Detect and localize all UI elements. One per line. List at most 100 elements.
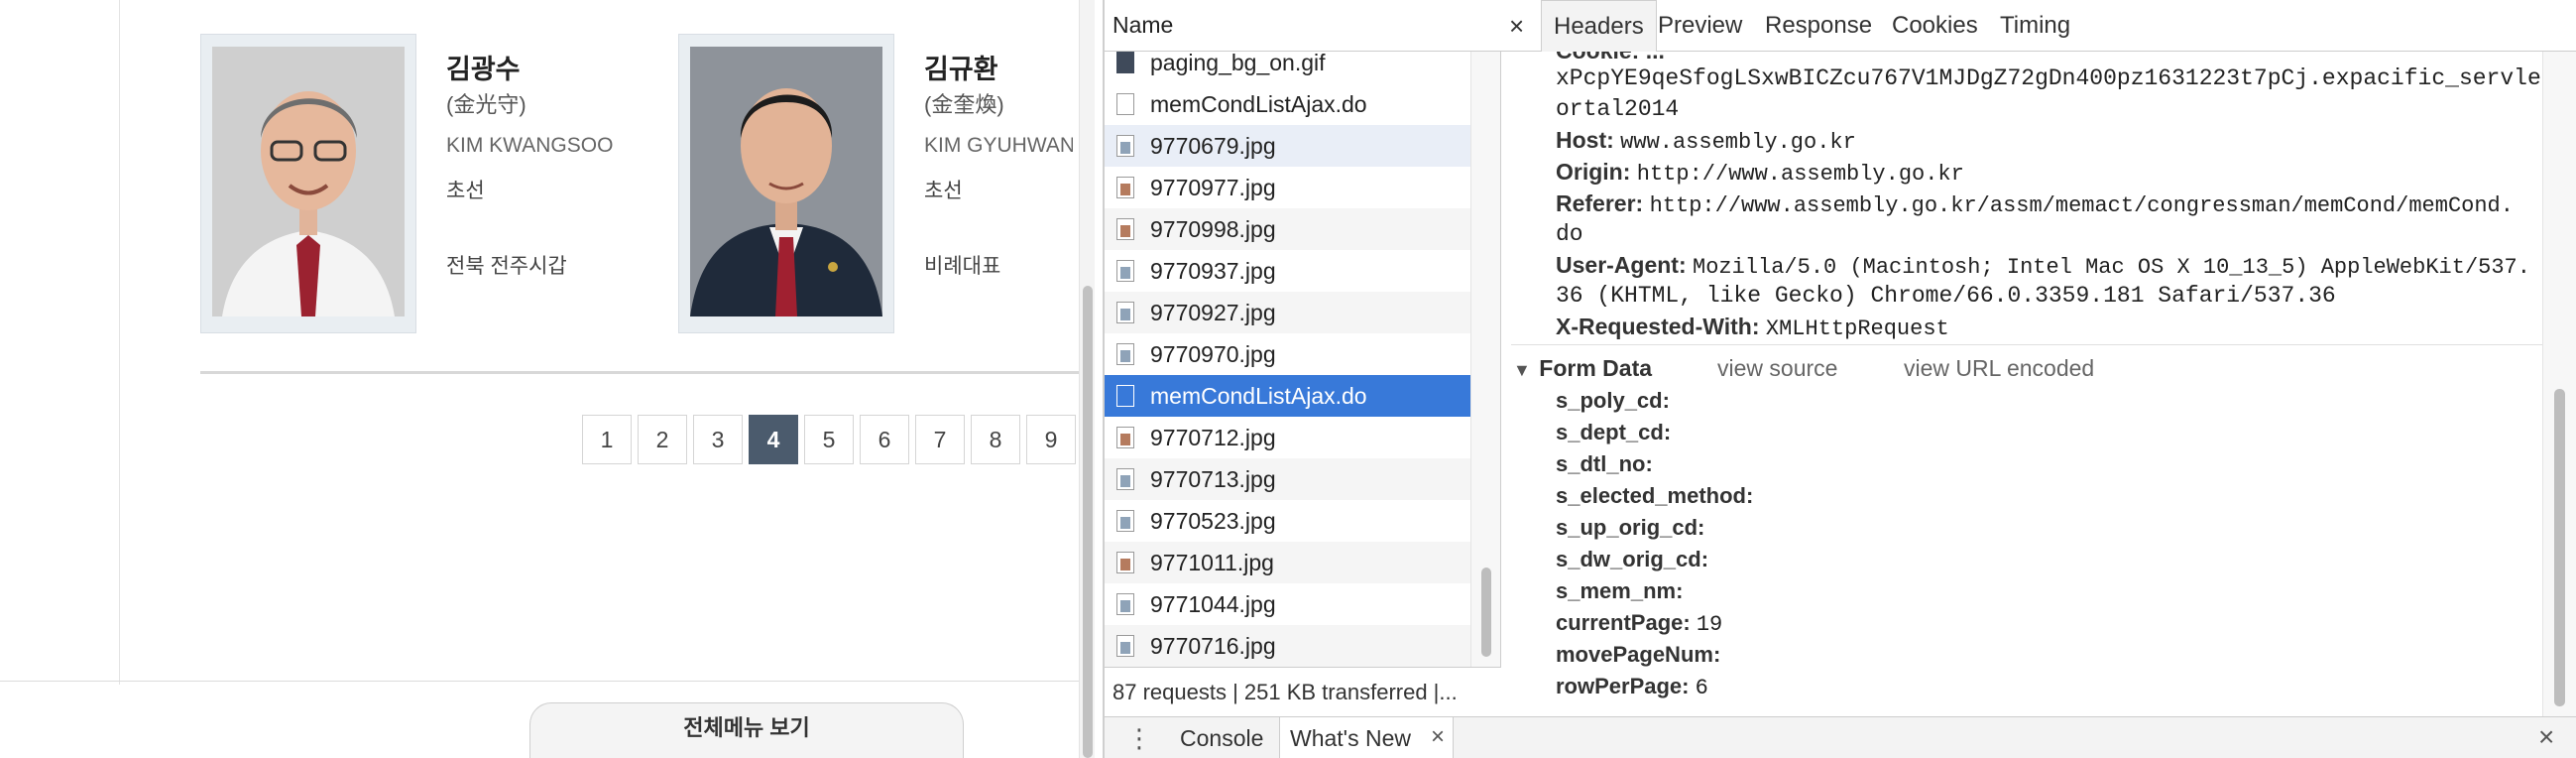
form-field: rowPerPage: 6 bbox=[1556, 674, 1708, 700]
request-list-scrollbar-thumb[interactable] bbox=[1481, 568, 1491, 657]
image-icon bbox=[1116, 218, 1134, 240]
close-drawer-icon[interactable]: × bbox=[2538, 721, 2554, 753]
form-field: s_mem_nm: bbox=[1556, 578, 1683, 605]
tab-timing[interactable]: Timing bbox=[2000, 0, 2070, 52]
image-icon bbox=[1116, 468, 1134, 490]
request-rows: paging_bg_on.gif memCondListAjax.do 9770… bbox=[1105, 52, 1470, 667]
request-name: 9770927.jpg bbox=[1150, 300, 1276, 325]
view-url-encoded-link[interactable]: view URL encoded bbox=[1904, 355, 2094, 382]
page-button-8[interactable]: 8 bbox=[971, 415, 1020, 464]
page-scrollbar-thumb[interactable] bbox=[1083, 286, 1093, 758]
full-menu-button[interactable]: 전체메뉴 보기 bbox=[529, 702, 964, 758]
request-detail-panel: × Headers Preview Response Cookies Timin… bbox=[1501, 0, 2576, 716]
form-field: s_poly_cd: bbox=[1556, 388, 1670, 415]
form-field: s_up_orig_cd: bbox=[1556, 515, 1704, 542]
page-button-3[interactable]: 3 bbox=[693, 415, 743, 464]
request-name: 9771044.jpg bbox=[1150, 591, 1276, 617]
request-name: memCondListAjax.do bbox=[1150, 91, 1367, 117]
form-field: s_dtl_no: bbox=[1556, 451, 1653, 478]
tab-cookies[interactable]: Cookies bbox=[1892, 0, 1978, 52]
headers-content: Cookie: ... xPcpYE9qeSfogLSxwBICZcu767V1… bbox=[1501, 52, 2542, 716]
document-icon bbox=[1116, 93, 1134, 115]
view-source-link[interactable]: view source bbox=[1717, 355, 1837, 382]
header-value: XMLHttpRequest bbox=[1765, 316, 1949, 341]
tab-headers[interactable]: Headers bbox=[1541, 0, 1657, 52]
request-row[interactable]: 9771044.jpg bbox=[1105, 583, 1470, 625]
form-data-title: Form Data bbox=[1539, 355, 1653, 381]
form-field-value: 6 bbox=[1695, 676, 1708, 700]
image-icon bbox=[1116, 135, 1134, 157]
request-row[interactable]: 9770712.jpg bbox=[1105, 417, 1470, 458]
tab-response[interactable]: Response bbox=[1765, 0, 1872, 52]
request-row[interactable]: 9770679.jpg bbox=[1105, 125, 1470, 167]
cookie-header: Cookie: ... bbox=[1556, 52, 1665, 64]
detail-scrollbar-thumb[interactable] bbox=[2554, 389, 2565, 706]
cookie-value-line: ortal2014 bbox=[1556, 96, 1680, 122]
request-name: 9770970.jpg bbox=[1150, 341, 1276, 367]
form-field: movePageNum: bbox=[1556, 642, 1720, 669]
close-tab-icon[interactable]: × bbox=[1431, 723, 1445, 751]
request-row-selected[interactable]: memCondListAjax.do bbox=[1105, 375, 1470, 417]
host-header: Host: www.assembly.go.kr bbox=[1556, 127, 1856, 155]
tab-console[interactable]: Console bbox=[1180, 725, 1263, 752]
request-name: 9770713.jpg bbox=[1150, 466, 1276, 492]
request-row[interactable]: 9770937.jpg bbox=[1105, 250, 1470, 292]
request-row[interactable]: 9770523.jpg bbox=[1105, 500, 1470, 542]
request-name: 9770998.jpg bbox=[1150, 216, 1276, 242]
image-icon bbox=[1116, 177, 1134, 198]
referer-header: Referer: http://www.assembly.go.kr/assm/… bbox=[1556, 190, 2514, 218]
header-value: http://www.assembly.go.kr bbox=[1636, 162, 1964, 187]
request-name: 9770977.jpg bbox=[1150, 175, 1276, 200]
name-column-header[interactable]: Name bbox=[1105, 0, 1501, 52]
request-row[interactable]: 9770977.jpg bbox=[1105, 167, 1470, 208]
request-name: 9770937.jpg bbox=[1150, 258, 1276, 284]
form-field: s_dept_cd: bbox=[1556, 420, 1671, 446]
request-row[interactable]: paging_bg_on.gif bbox=[1105, 52, 1470, 83]
form-field-key: s_poly_cd: bbox=[1556, 388, 1670, 413]
request-row[interactable]: 9770716.jpg bbox=[1105, 625, 1470, 667]
request-name: 9770523.jpg bbox=[1150, 508, 1276, 534]
request-row[interactable]: 9770713.jpg bbox=[1105, 458, 1470, 500]
user-agent-value-line: 36 (KHTML, like Gecko) Chrome/66.0.3359.… bbox=[1556, 283, 2336, 309]
request-row[interactable]: 9770970.jpg bbox=[1105, 333, 1470, 375]
cookie-key: Cookie: ... bbox=[1556, 52, 1665, 63]
devtools-drawer-tabbar: ⋮ Console What's New × × bbox=[1105, 716, 2576, 758]
request-row[interactable]: 9771011.jpg bbox=[1105, 542, 1470, 583]
network-status-bar: 87 requests | 251 KB transferred |... bbox=[1105, 667, 1501, 716]
request-row[interactable]: 9770998.jpg bbox=[1105, 208, 1470, 250]
detail-scrollbar[interactable] bbox=[2542, 52, 2576, 716]
close-icon[interactable]: × bbox=[1509, 0, 1524, 52]
page-button-7[interactable]: 7 bbox=[915, 415, 965, 464]
page-button-1[interactable]: 1 bbox=[582, 415, 632, 464]
page-button-5[interactable]: 5 bbox=[804, 415, 854, 464]
form-data-section-header[interactable]: ▼ Form Data bbox=[1513, 355, 1652, 382]
image-icon bbox=[1116, 593, 1134, 615]
gif-icon bbox=[1116, 52, 1134, 73]
drawer-menu-icon[interactable]: ⋮ bbox=[1126, 723, 1152, 754]
image-icon bbox=[1116, 343, 1134, 365]
form-field-key: s_elected_method: bbox=[1556, 483, 1754, 508]
request-row[interactable]: memCondListAjax.do bbox=[1105, 83, 1470, 125]
page-button-9[interactable]: 9 bbox=[1026, 415, 1076, 464]
origin-header: Origin: http://www.assembly.go.kr bbox=[1556, 159, 1964, 187]
form-field: currentPage: 19 bbox=[1556, 610, 1722, 637]
form-field-key: s_dw_orig_cd: bbox=[1556, 547, 1709, 571]
form-field-key: rowPerPage: bbox=[1556, 674, 1690, 698]
form-field-key: s_mem_nm: bbox=[1556, 578, 1684, 603]
image-icon bbox=[1116, 510, 1134, 532]
request-name: memCondListAjax.do bbox=[1150, 383, 1367, 409]
page-button-2[interactable]: 2 bbox=[638, 415, 687, 464]
page-button-current[interactable]: 4 bbox=[749, 415, 798, 464]
form-field: s_elected_method: bbox=[1556, 483, 1753, 510]
request-list-scrollbar[interactable] bbox=[1470, 52, 1500, 667]
tab-preview[interactable]: Preview bbox=[1658, 0, 1742, 52]
detail-tabbar: × Headers Preview Response Cookies Timin… bbox=[1501, 0, 2576, 52]
network-request-list: Name paging_bg_on.gif memCondListAjax.do… bbox=[1105, 0, 1501, 758]
tab-whats-new-label: What's New bbox=[1290, 725, 1411, 751]
web-page: 김광수 (金光守) KIM KWANGSOO 초선 전북 전주시갑 김규환 (金… bbox=[0, 0, 1079, 758]
tab-whats-new[interactable]: What's New × bbox=[1279, 717, 1454, 758]
form-field-key: movePageNum: bbox=[1556, 642, 1721, 667]
page-button-6[interactable]: 6 bbox=[860, 415, 909, 464]
image-icon bbox=[1116, 260, 1134, 282]
request-row[interactable]: 9770927.jpg bbox=[1105, 292, 1470, 333]
